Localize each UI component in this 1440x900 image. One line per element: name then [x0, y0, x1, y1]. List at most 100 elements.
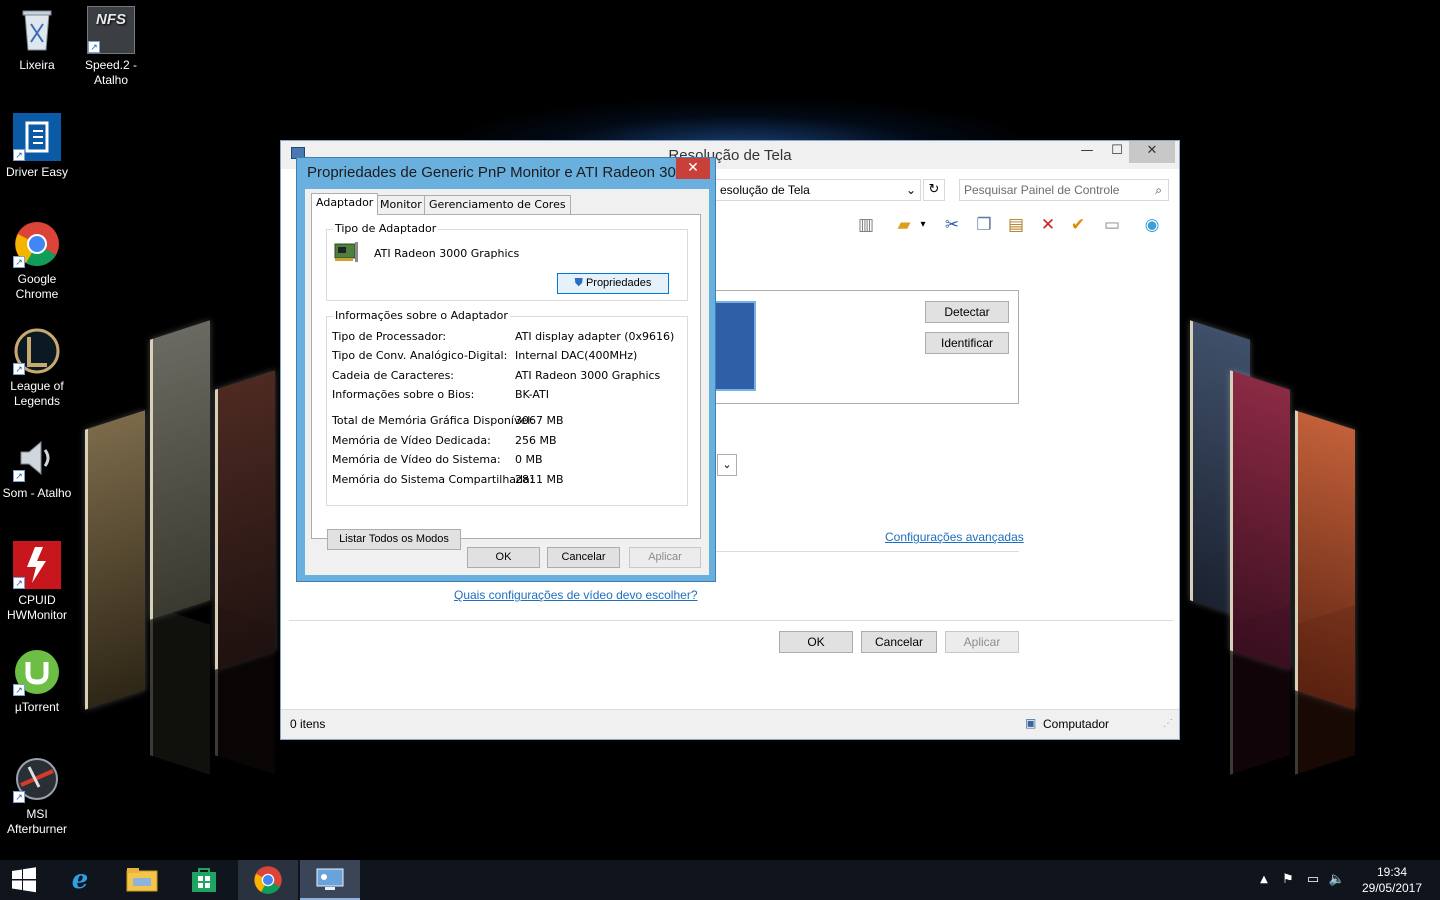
desktop-icon-label: League of Legends: [10, 379, 64, 408]
store-icon: [192, 868, 216, 892]
info-label: Tipo de Processador:: [332, 330, 447, 343]
list-all-modes-button[interactable]: Listar Todos os Modos: [327, 529, 461, 550]
identify-button[interactable]: Identificar: [925, 332, 1009, 354]
cut-icon[interactable]: ✂: [941, 214, 963, 236]
dialog-ok-button[interactable]: OK: [467, 547, 540, 568]
maximize-button[interactable]: ☐: [1103, 141, 1131, 163]
taskbar-ie[interactable]: e: [50, 860, 110, 900]
tab-color-management[interactable]: Gerenciamento de Cores: [424, 195, 571, 214]
tray-show-hidden-icons[interactable]: ▲: [1256, 860, 1272, 900]
display-help-link[interactable]: Quais configurações de vídeo devo escolh…: [454, 588, 698, 602]
taskbar-control-panel[interactable]: [300, 860, 360, 900]
desktop-icon-chrome[interactable]: ↗ Google Chrome: [0, 220, 74, 302]
ok-button[interactable]: OK: [779, 631, 853, 653]
desktop-icon-label: µTorrent: [14, 700, 60, 714]
desktop-icon-hwmonitor[interactable]: ↗ CPUID HWMonitor: [0, 541, 74, 623]
dialog-apply-button[interactable]: Aplicar: [629, 547, 701, 568]
desktop-icon-utorrent[interactable]: ↗ µTorrent: [0, 648, 74, 715]
dialog-title: Propriedades de Generic PnP Monitor e AT…: [307, 164, 689, 181]
adapter-tab-page: Tipo de Adaptador ATI Radeon 3000 Graphi…: [311, 214, 701, 550]
memory-label: Memória de Vídeo Dedicada:: [332, 434, 491, 447]
shortcut-arrow-icon: ↗: [13, 577, 25, 589]
close-button[interactable]: ✕: [1129, 141, 1175, 163]
afterburner-icon: ↗: [13, 755, 61, 803]
taskbar-file-explorer[interactable]: [112, 860, 172, 900]
adapter-info-legend: Informações sobre o Adaptador: [333, 309, 510, 322]
delete-icon[interactable]: ✕: [1037, 214, 1059, 236]
speaker-icon: ↗: [13, 434, 61, 482]
desktop-icon-recycle-bin[interactable]: Lixeira: [0, 6, 74, 73]
taskbar-chrome[interactable]: [238, 860, 298, 900]
info-label: Informações sobre o Bios:: [332, 388, 475, 401]
adapter-properties-button[interactable]: ⛊ Propriedades: [557, 273, 669, 294]
clock-date: 29/05/2017: [1361, 881, 1423, 895]
advanced-settings-link[interactable]: Configurações avançadas: [885, 530, 1024, 544]
wallpaper-champion-panel: [150, 320, 210, 620]
organize-folder-icon[interactable]: ▰: [893, 214, 915, 236]
adapter-type-legend: Tipo de Adaptador: [333, 222, 439, 235]
desktop-icon-nfs[interactable]: NFS ↗ Speed.2 - Atalho: [74, 6, 148, 88]
wallpaper-reflection: [1295, 605, 1355, 775]
address-bar[interactable]: esolução de Tela ⌄: [715, 179, 921, 201]
paste-icon[interactable]: ▤: [1005, 214, 1027, 236]
layout-pane-icon[interactable]: ▥: [855, 214, 877, 236]
computer-icon: ▣: [1025, 716, 1037, 730]
chevron-down-icon[interactable]: ⌄: [906, 180, 916, 200]
memory-value: 2811 MB: [515, 473, 564, 486]
dialog-cancel-button[interactable]: Cancelar: [547, 547, 620, 568]
resize-grip-icon[interactable]: ⋰: [1163, 718, 1173, 729]
shortcut-arrow-icon: ↗: [13, 470, 25, 482]
search-box[interactable]: Pesquisar Painel de Controle ⌕: [959, 179, 1169, 201]
wallpaper-reflection: [1230, 605, 1290, 775]
tab-monitor[interactable]: Monitor: [375, 195, 427, 214]
minimize-button[interactable]: —: [1073, 141, 1101, 163]
shortcut-arrow-icon: ↗: [88, 41, 100, 53]
close-icon: ✕: [687, 160, 699, 176]
hwmonitor-icon: ↗: [13, 541, 61, 589]
memory-label: Memória de Vídeo do Sistema:: [332, 453, 501, 466]
tab-adaptador[interactable]: Adaptador: [311, 193, 379, 215]
copy-icon[interactable]: ❐: [973, 214, 995, 236]
apply-button[interactable]: Aplicar: [945, 631, 1019, 653]
info-label: Cadeia de Caracteres:: [332, 369, 455, 382]
chrome-icon: ↗: [13, 220, 61, 268]
monitor-icon[interactable]: [712, 301, 756, 391]
dropdown-partial[interactable]: ⌄: [717, 454, 737, 476]
desktop-icon-label: MSI Afterburner: [6, 807, 68, 836]
cancel-button[interactable]: Cancelar: [861, 631, 937, 653]
windows-logo-icon: [12, 867, 36, 893]
desktop-icon-afterburner[interactable]: ↗ MSI Afterburner: [0, 755, 74, 837]
globe-icon[interactable]: ◉: [1141, 214, 1163, 236]
system-clock[interactable]: 19:34 29/05/2017: [1352, 864, 1432, 896]
driver-easy-icon: ↗: [13, 113, 61, 161]
divider: [705, 551, 1019, 552]
nfs-logo-text: NFS: [96, 11, 126, 28]
start-button[interactable]: [0, 860, 48, 900]
dropdown-arrow-icon[interactable]: ▾: [917, 214, 929, 236]
recycle-bin-icon: [13, 6, 61, 54]
info-value: ATI display adapter (0x9616): [515, 330, 675, 343]
refresh-button[interactable]: ↻: [923, 179, 945, 201]
taskbar-store[interactable]: [174, 860, 234, 900]
utorrent-icon: ↗: [13, 648, 61, 696]
internet-explorer-icon: e: [71, 865, 89, 895]
rename-icon[interactable]: ▭: [1101, 214, 1123, 236]
network-icon[interactable]: ▭: [1302, 860, 1324, 900]
dialog-close-button[interactable]: ✕: [676, 158, 710, 179]
address-text: esolução de Tela: [720, 183, 810, 197]
chrome-icon: [254, 866, 282, 894]
info-value: Internal DAC(400MHz): [515, 349, 638, 362]
action-center-flag-icon[interactable]: ⚑: [1278, 860, 1298, 900]
volume-icon[interactable]: 🔈: [1326, 860, 1348, 900]
dialog-body: Adaptador Monitor Gerenciamento de Cores…: [305, 189, 709, 575]
desktop-icon-label: Lixeira: [19, 58, 55, 72]
desktop-icon-driver-easy[interactable]: ↗ Driver Easy: [0, 113, 74, 180]
memory-value: 256 MB: [515, 434, 557, 447]
desktop-icon-sound[interactable]: ↗ Som - Atalho: [0, 434, 74, 501]
search-input-placeholder: Pesquisar Painel de Controle: [964, 183, 1120, 197]
shortcut-arrow-icon: ↗: [13, 149, 25, 161]
check-icon[interactable]: ✔: [1067, 214, 1089, 236]
graphics-card-icon: [333, 240, 361, 264]
detect-button[interactable]: Detectar: [925, 301, 1009, 323]
desktop-icon-league[interactable]: ↗ League of Legends: [0, 327, 74, 409]
